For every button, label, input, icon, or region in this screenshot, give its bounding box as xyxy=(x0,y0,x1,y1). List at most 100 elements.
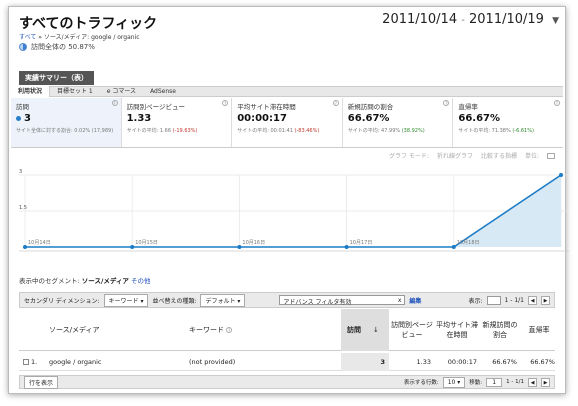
cell-avg-time: 00:00:17 xyxy=(447,358,477,366)
metric-sub-text: サイトの平均: 47.99% xyxy=(347,128,401,134)
clear-filter-icon[interactable]: x xyxy=(398,297,402,304)
cell-source-medium[interactable]: google / organic xyxy=(49,353,179,371)
sort-type-value: デフォルト xyxy=(205,297,236,305)
col-new-visits[interactable]: 新規訪問の割合 xyxy=(481,309,519,351)
help-icon[interactable]: ? xyxy=(222,100,229,106)
plot-rows-button[interactable]: 行を表示 xyxy=(24,375,59,389)
date-separator: - xyxy=(461,15,465,26)
secondary-dimension-select[interactable]: キーワード ▾ xyxy=(103,293,149,307)
date-range-selector[interactable]: 2011/10/14 - 2011/10/19 ▼ xyxy=(382,12,559,27)
tab-ecommerce[interactable]: e コマース xyxy=(100,86,143,97)
summary-tabs: 利用状況 目標セット 1 e コマース AdSense xyxy=(11,86,563,97)
rows-select[interactable]: 10 ▾ xyxy=(442,376,466,388)
filter-value: アドバンス フィルタ有効 xyxy=(283,299,352,306)
help-icon[interactable]: ? xyxy=(553,100,560,106)
rows-label: 表示する行数: xyxy=(403,380,439,386)
visit-share-label: 訪問全体の 50.87% xyxy=(31,43,95,51)
tab-adsense[interactable]: AdSense xyxy=(143,86,183,97)
breadcrumb-separator: » xyxy=(38,34,42,41)
tab-goal-set-1[interactable]: 目標セット 1 xyxy=(50,86,100,97)
view-tools: 表示: 1 - 1/1 ◀ ▶ xyxy=(469,295,550,305)
segment-bar: 表示中のセグメント: ソース/メディア その他 xyxy=(19,275,150,285)
sort-arrow-icon: ↓ xyxy=(373,326,379,334)
metric-label: 平均サイト滞在時間 xyxy=(237,103,296,111)
breadcrumb-all-link[interactable]: すべて xyxy=(19,34,36,41)
x-tick-label: 10月18日 xyxy=(457,240,480,246)
table-header: ソース/メディア キーワード ? 訪問 ↓ 訪問別ページビュー 平均サイト滞在時間… xyxy=(19,309,555,351)
data-point xyxy=(451,245,456,249)
tab-usage[interactable]: 利用状況 xyxy=(11,86,51,97)
prev-page-icon[interactable]: ◀ xyxy=(528,295,537,305)
page-range: 1 - 1/1 xyxy=(504,296,524,304)
metric-sub: サイトの平均: 00:01:41 (-83.46%) xyxy=(237,127,337,134)
date-start: 2011/10/14 xyxy=(382,12,458,27)
goto-input[interactable]: 1 xyxy=(486,377,503,387)
date-end: 2011/10/19 xyxy=(469,12,544,27)
segment-other-link[interactable]: その他 xyxy=(131,277,151,285)
pagination: 表示する行数: 10 ▾ 移動: 1 1 - 1/1 ◀ ▶ xyxy=(403,376,550,388)
metric-delta: (-83.46%) xyxy=(294,128,320,134)
breadcrumb-path: ソース/メディア: google / organic xyxy=(43,34,140,41)
prev-page-icon[interactable]: ◀ xyxy=(528,377,537,387)
data-point xyxy=(559,173,563,177)
chart-icon[interactable] xyxy=(547,152,555,159)
help-icon[interactable]: ? xyxy=(332,100,339,106)
chevron-down-icon: ▼ xyxy=(552,16,559,26)
table-row: 1. google / organic (not provided) 3 1.3… xyxy=(19,353,555,371)
segment-label: 表示中のセグメント: xyxy=(19,277,80,285)
metric-avg-time[interactable]: ? 平均サイト滞在時間 00:00:17 サイトの平均: 00:01:41 (-… xyxy=(232,98,343,147)
metric-value: 1.33 xyxy=(126,113,152,124)
cell-keyword[interactable]: (not provided) xyxy=(189,353,319,371)
metric-pages-per-visit[interactable]: ? 訪問別ページビュー 1.33 サイトの平均: 1.66 (-19.63%) xyxy=(122,98,233,147)
compare-metric-button[interactable]: 比較する指標 xyxy=(481,151,517,160)
metric-bounce-rate[interactable]: ? 直帰率 66.67% サイトの平均: 71.38% (-6.61%) xyxy=(453,98,563,147)
next-page-icon[interactable]: ▶ xyxy=(541,295,550,305)
help-icon[interactable]: ? xyxy=(443,100,450,106)
report-frame: すべてのトラフィック 2011/10/14 - 2011/10/19 ▼ すべて… xyxy=(8,6,569,394)
metric-delta: (-19.63%) xyxy=(172,128,198,134)
row-checkbox[interactable] xyxy=(23,359,29,365)
metric-delta: (-6.61%) xyxy=(512,128,534,134)
segment-current[interactable]: ソース/メディア xyxy=(82,277,129,285)
col-pages-per-visit[interactable]: 訪問別ページビュー xyxy=(391,309,433,351)
col-visits[interactable]: 訪問 ↓ xyxy=(341,309,389,351)
data-point xyxy=(237,245,242,249)
unit-label[interactable]: 単位: xyxy=(525,151,539,160)
col-bounce-rate[interactable]: 直帰率 xyxy=(521,309,557,351)
x-tick-label: 10月15日 xyxy=(135,240,158,246)
rows-value: 10 xyxy=(447,378,456,386)
metric-sub: サイトの平均: 47.99% (38.92%) xyxy=(348,127,448,134)
chart-toolbar: グラフ モード: 折れ線グラフ 比較する指標 単位: xyxy=(389,151,555,160)
x-tick-label: 10月16日 xyxy=(242,240,265,246)
metric-new-visits[interactable]: ? 新規訪問の割合 66.67% サイトの平均: 47.99% (38.92%) xyxy=(343,98,454,147)
filter-input[interactable]: アドバンス フィルタ有効 x xyxy=(279,295,406,306)
metric-sub-text: サイトの平均: 71.38% xyxy=(458,128,511,134)
cell-pages-per-visit: 1.33 xyxy=(416,358,431,366)
table-view-icon[interactable] xyxy=(486,295,501,305)
col-avg-time[interactable]: 平均サイト滞在時間 xyxy=(435,309,479,351)
help-icon[interactable]: ? xyxy=(111,100,118,106)
sort-type-select[interactable]: デフォルト ▾ xyxy=(200,293,246,307)
cell-new-visits: 66.67% xyxy=(492,358,517,366)
goto-label: 移動: xyxy=(469,380,483,386)
help-icon[interactable]: ? xyxy=(226,327,233,333)
data-point xyxy=(23,245,27,249)
col-keyword[interactable]: キーワード ? xyxy=(189,309,309,351)
metric-sub-text: サイトの平均: 00:01:41 xyxy=(237,128,293,134)
metric-value: 3 xyxy=(16,113,116,124)
metric-value: 66.67% xyxy=(458,113,501,124)
next-page-icon[interactable]: ▶ xyxy=(541,377,550,387)
metric-sub-text: サイトの平均: 1.66 xyxy=(126,128,172,134)
metric-visits[interactable]: ? 訪問 3 サイト全体に対する割合: 0.02% (17,989) xyxy=(11,98,122,147)
row-number: 1. xyxy=(31,358,38,366)
secondary-dimension-label: セカンダリ ディメンション: xyxy=(24,297,100,305)
x-tick-label: 10月17日 xyxy=(350,240,373,246)
row-select[interactable]: 1. xyxy=(23,353,49,371)
y-tick-label: 1.5 xyxy=(19,205,27,211)
series-dot-icon xyxy=(16,116,21,121)
col-source-medium[interactable]: ソース/メディア xyxy=(49,309,169,351)
edit-filter-link[interactable]: 編集 xyxy=(409,296,421,305)
metric-value: 00:00:17 xyxy=(237,113,287,124)
col-visits-label: 訪問 xyxy=(347,326,361,334)
chart-mode-button[interactable]: 折れ線グラフ xyxy=(437,151,473,160)
